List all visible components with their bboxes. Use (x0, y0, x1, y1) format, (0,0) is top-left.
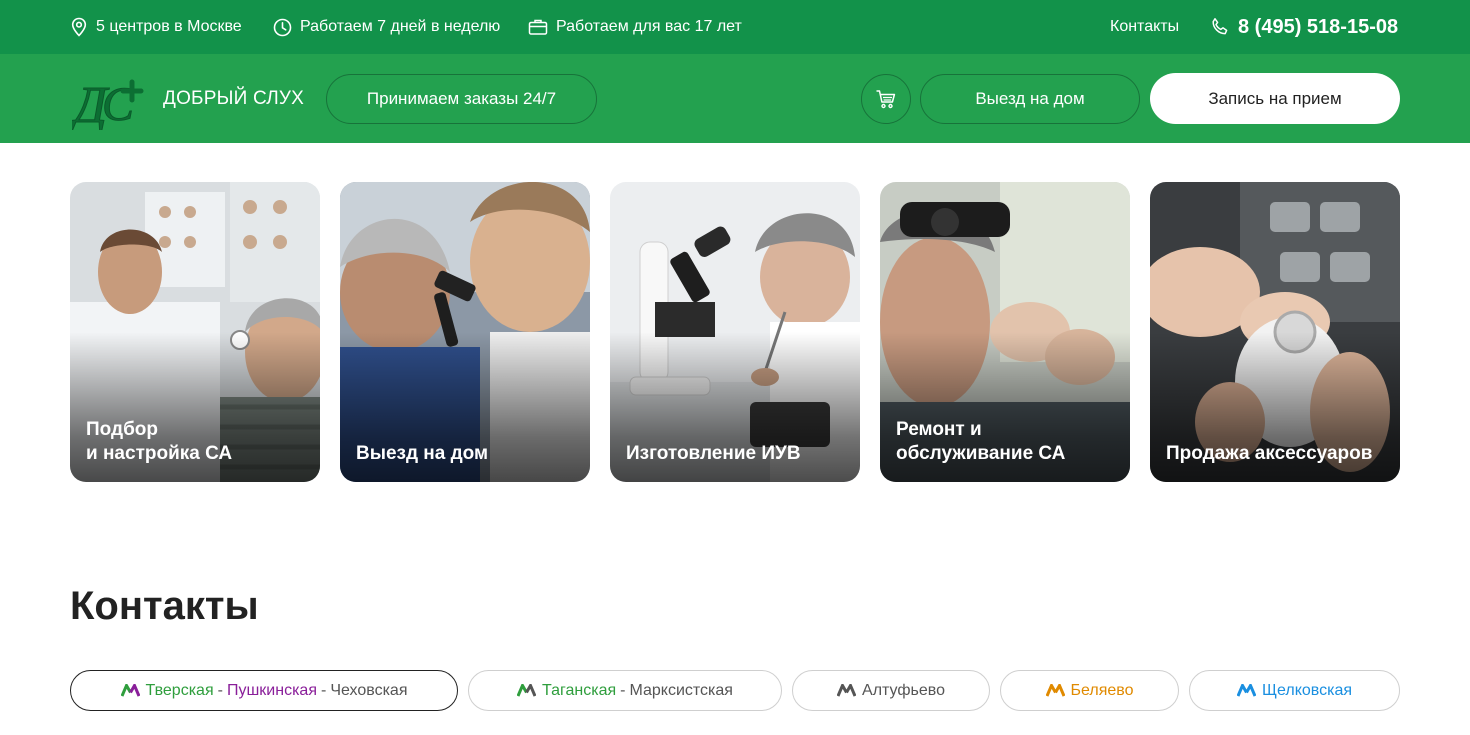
metro-tab-belyaevo[interactable]: Беляево (1000, 670, 1179, 711)
service-card-earmold[interactable]: Изготовление ИУВ (610, 182, 860, 482)
service-card-label-line2: Изготовление ИУВ (626, 443, 801, 464)
metro-station-name: Беляево (1070, 681, 1134, 699)
service-card-label-line2: Выезд на дом (356, 443, 489, 464)
cart-icon (876, 90, 896, 109)
years-info: Работаем для вас 17 лет (528, 0, 742, 54)
orders-24-7-button[interactable]: Принимаем заказы 24/7 (326, 74, 597, 124)
metro-tab-shchelkovskaya[interactable]: Щелковская (1189, 670, 1400, 711)
service-card-repair[interactable]: Ремонт и обслуживание СА (880, 182, 1130, 482)
location-pin-icon (71, 17, 87, 37)
metro-tab-taganskaya[interactable]: Таганская - Марксистская (468, 670, 782, 711)
cart-button[interactable] (861, 74, 911, 124)
metro-station-name: Тверская (145, 681, 214, 699)
metro-station-name: Таганская (542, 681, 617, 699)
clock-icon (273, 18, 292, 36)
service-card-home-visit[interactable]: Выезд на дом (340, 182, 590, 482)
metro-station-name: Щелковская (1261, 681, 1352, 699)
years-text: Работаем для вас 17 лет (556, 18, 742, 35)
service-card-label-line2: обслуживание СА (896, 443, 1066, 464)
metro-separator: - (320, 681, 327, 699)
centers-info: 5 центров в Москве (70, 0, 242, 54)
phone-link[interactable]: 8 (495) 518-15-08 (1210, 0, 1398, 54)
brand-name: ДОБРЫЙ СЛУХ (163, 87, 305, 109)
service-card-fitting[interactable]: Подбор и настройка СА (70, 182, 320, 482)
metro-separator: - (217, 681, 223, 699)
briefcase-icon (528, 19, 548, 35)
schedule-info: Работаем 7 дней в неделю (273, 0, 500, 54)
phone-icon (1212, 18, 1228, 35)
metro-icon (837, 684, 857, 697)
metro-station-name: Алтуфьево (862, 681, 945, 699)
home-visit-button[interactable]: Выезд на дом (920, 74, 1140, 124)
service-card-label-line2: и настройка СА (86, 443, 233, 464)
schedule-text: Работаем 7 дней в неделю (300, 18, 501, 35)
metro-station-name: Пушкинская (226, 681, 317, 699)
main-header: Д С ДОБРЫЙ СЛУХ Принимаем заказы 24/7 Вы… (0, 54, 1470, 143)
metro-separator: - (620, 681, 626, 699)
service-card-accessories[interactable]: Продажа аксессуаров (1150, 182, 1400, 482)
contacts-title: Контакты (70, 584, 259, 628)
brand-logo-icon: Д С (69, 77, 144, 135)
service-card-label: Выезд на дом (356, 442, 578, 466)
service-card-label: Изготовление ИУВ (626, 442, 848, 466)
brand-logo[interactable]: Д С (69, 70, 152, 135)
service-card-label: Продажа аксессуаров (1166, 442, 1388, 466)
metro-icon (1236, 684, 1256, 697)
metro-icon (517, 684, 537, 697)
metro-station-name: Марксистская (629, 681, 733, 699)
service-card-label: Подбор и настройка СА (86, 418, 308, 466)
contacts-link[interactable]: Контакты (1110, 0, 1179, 54)
service-card-label-line1: Подбор (86, 419, 159, 440)
top-info-bar: 5 центров в Москве Работаем 7 дней в нед… (0, 0, 1470, 54)
service-card-label-line2: Продажа аксессуаров (1166, 443, 1373, 464)
metro-icon (1045, 684, 1065, 697)
centers-text: 5 центров в Москве (96, 18, 242, 35)
metro-icon (120, 684, 140, 697)
metro-tab-tverskaya[interactable]: Тверская - Пушкинская - Чеховская (70, 670, 458, 711)
appointment-button[interactable]: Запись на прием (1150, 73, 1400, 124)
metro-station-name: Чеховская (330, 681, 408, 699)
phone-number: 8 (495) 518-15-08 (1238, 15, 1399, 38)
metro-tab-altufyevo[interactable]: Алтуфьево (792, 670, 990, 711)
service-card-label: Ремонт и обслуживание СА (896, 418, 1118, 466)
service-card-label-line1: Ремонт и (896, 419, 982, 440)
